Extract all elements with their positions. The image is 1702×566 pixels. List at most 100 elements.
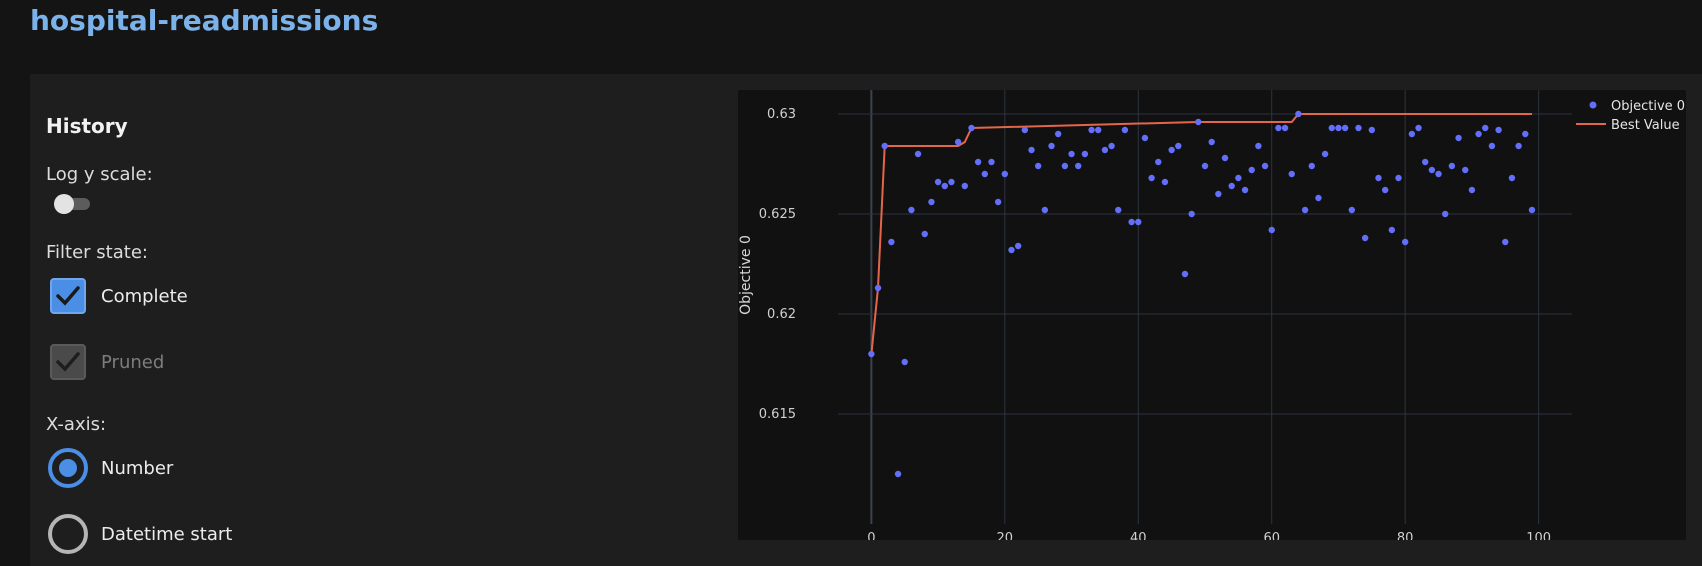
grid-layer xyxy=(838,90,1572,524)
objective-point xyxy=(1095,126,1102,134)
legend[interactable]: Objective 0 Best Value xyxy=(1576,99,1685,133)
objective-point xyxy=(1014,242,1022,250)
objective-point xyxy=(1121,126,1129,134)
history-chart-svg: 0204060801000.6150.620.6250.63TrialObjec… xyxy=(738,90,1685,564)
objective-point xyxy=(1221,154,1229,162)
objective-point xyxy=(1008,246,1015,254)
objective-point xyxy=(1001,170,1009,178)
objective-point xyxy=(1168,146,1175,154)
radio-dot xyxy=(59,459,77,477)
objective-point xyxy=(1515,142,1522,150)
objective-point xyxy=(1475,130,1482,138)
x-tick-label: 100 xyxy=(1526,531,1551,540)
log-scale-toggle[interactable] xyxy=(54,194,92,214)
objective-point xyxy=(1381,186,1389,194)
objective-point xyxy=(1068,150,1075,158)
objective-point xyxy=(1428,166,1436,174)
objective-point xyxy=(1081,150,1089,158)
objective-point xyxy=(1088,126,1095,134)
x-axis-label: X-axis: xyxy=(46,414,107,435)
x-tick-label: 20 xyxy=(997,531,1014,540)
objective-point xyxy=(1275,124,1282,132)
check-icon xyxy=(56,286,80,306)
objective-point xyxy=(1375,174,1382,182)
x-tick-label: 80 xyxy=(1397,531,1414,540)
objective-point xyxy=(1435,170,1442,178)
number-radio[interactable] xyxy=(48,448,88,488)
objective-point xyxy=(868,350,875,358)
objective-point xyxy=(1248,166,1255,174)
objective-point xyxy=(928,198,935,206)
objective-point xyxy=(1455,134,1462,142)
objective-point xyxy=(1355,124,1362,132)
objective-point xyxy=(1388,226,1396,234)
objective-points-layer xyxy=(868,110,1536,478)
page-title: hospital-readmissions xyxy=(30,4,379,37)
objective-point xyxy=(1115,206,1122,214)
y-tick-label: 0.62 xyxy=(767,307,796,322)
objective-point xyxy=(1061,162,1069,170)
objective-point xyxy=(1395,174,1402,182)
legend-label-best: Best Value xyxy=(1611,118,1680,133)
objective-point xyxy=(1028,146,1035,154)
objective-point xyxy=(1495,126,1502,134)
objective-point xyxy=(1315,194,1322,202)
objective-point xyxy=(954,138,962,146)
pruned-checkbox[interactable] xyxy=(50,344,86,380)
datetime-start-radio[interactable] xyxy=(48,514,88,554)
objective-point xyxy=(1155,158,1162,166)
complete-checkbox[interactable] xyxy=(50,278,86,314)
history-panel: History Log y scale: Filter state: Compl… xyxy=(30,74,1702,566)
objective-point xyxy=(1195,118,1202,126)
best-value-line xyxy=(870,113,1532,355)
objective-point xyxy=(1321,150,1329,158)
objective-point xyxy=(1468,186,1476,194)
objective-point xyxy=(1181,270,1189,278)
objective-point xyxy=(908,206,915,214)
objective-point xyxy=(934,178,942,186)
objective-point xyxy=(1341,124,1349,132)
objective-point xyxy=(1401,238,1409,246)
log-scale-label: Log y scale: xyxy=(46,164,153,185)
objective-point xyxy=(881,142,888,150)
objective-point xyxy=(1328,124,1335,132)
objective-point xyxy=(1021,126,1029,134)
best-value-layer xyxy=(870,113,1532,355)
objective-point xyxy=(1442,210,1449,218)
objective-point xyxy=(994,198,1002,206)
objective-point xyxy=(1288,170,1295,178)
objective-point xyxy=(981,170,988,178)
legend-marker-objective xyxy=(1589,101,1597,109)
objective-point xyxy=(1462,166,1469,174)
objective-point xyxy=(1301,206,1309,214)
objective-point xyxy=(988,158,995,166)
objective-point xyxy=(1368,126,1376,134)
objective-point xyxy=(901,358,908,366)
axis-layer: 0204060801000.6150.620.6250.63TrialObjec… xyxy=(738,107,1551,564)
objective-point xyxy=(914,150,922,158)
objective-point xyxy=(1508,174,1516,182)
objective-point xyxy=(1041,206,1049,214)
objective-point xyxy=(1528,206,1536,214)
objective-point xyxy=(1141,134,1149,142)
objective-point xyxy=(1188,210,1195,218)
objective-point xyxy=(1208,138,1215,146)
objective-point xyxy=(894,470,902,478)
x-tick-label: 0 xyxy=(867,531,875,540)
objective-point xyxy=(1281,124,1289,132)
objective-point xyxy=(1482,124,1489,132)
objective-point xyxy=(1201,162,1209,170)
objective-point xyxy=(1488,142,1496,150)
objective-point xyxy=(1175,142,1182,150)
objective-point xyxy=(1148,174,1155,182)
objective-point xyxy=(1055,130,1062,138)
y-tick-label: 0.615 xyxy=(759,407,796,422)
number-label: Number xyxy=(101,458,174,479)
objective-point xyxy=(1235,174,1242,182)
y-tick-label: 0.63 xyxy=(767,107,796,122)
y-tick-label: 0.625 xyxy=(759,207,796,222)
objective-point xyxy=(1034,162,1042,170)
objective-point xyxy=(968,124,975,132)
objective-point xyxy=(948,178,955,186)
objective-point xyxy=(974,158,982,166)
